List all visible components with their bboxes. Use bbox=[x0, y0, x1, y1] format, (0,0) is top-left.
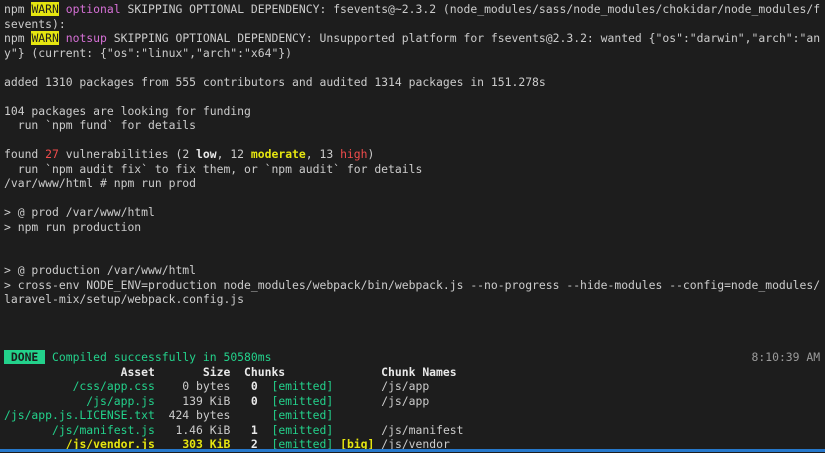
text-segment: run `npm audit fix` to fix them, or `npm… bbox=[4, 161, 423, 176]
text-segment: SKIPPING OPTIONAL DEPENDENCY: fsevents@~… bbox=[120, 2, 821, 16]
text-segment: vulnerabilities (2 bbox=[58, 147, 197, 161]
text-segment bbox=[258, 394, 272, 408]
asset-row-license: /js/app.js.LICENSE.txt 424 bytes [emitte… bbox=[4, 408, 825, 423]
text-segment: added 1310 packages from 555 contributor… bbox=[4, 74, 546, 89]
text-segment: /var/www/html # npm run prod bbox=[4, 176, 197, 190]
text-segment bbox=[258, 408, 272, 422]
text-segment: , 13 bbox=[305, 147, 341, 161]
done-badge: DONE bbox=[4, 350, 46, 364]
text-segment: npm bbox=[4, 31, 32, 45]
chunk-id: 0 bbox=[230, 379, 258, 393]
shell-prompt-line: /var/www/html # npm run prod bbox=[4, 176, 825, 191]
text-segment: > cross-env NODE_ENV=production node_mod… bbox=[4, 277, 821, 292]
emitted-flag: [emitted] bbox=[271, 393, 334, 408]
script-production-line: > @ production /var/www/html bbox=[4, 263, 825, 278]
chunk-id: 0 bbox=[230, 393, 258, 408]
npm-warn-notsup-line: npm WARN notsup SKIPPING OPTIONAL DEPEND… bbox=[4, 31, 825, 46]
text-segment bbox=[4, 379, 73, 393]
warn-badge: WARN bbox=[31, 31, 59, 45]
timestamp: 8:10:39 AM bbox=[751, 350, 821, 364]
moderate-label: moderate bbox=[250, 147, 306, 161]
done-line: DONE Compiled successfully in 50580ms 8:… bbox=[4, 350, 825, 365]
webpack-command-wrap: laravel-mix/setup/webpack.config.js bbox=[4, 292, 825, 307]
warn-type: optional bbox=[65, 2, 121, 16]
low-label: low bbox=[196, 147, 217, 161]
text-segment: found bbox=[4, 147, 46, 161]
asset-size: 1.46 KiB bbox=[154, 422, 231, 437]
asset-size: 139 KiB bbox=[154, 393, 231, 408]
emitted-flag: [emitted] bbox=[271, 422, 334, 437]
text-segment bbox=[59, 2, 66, 16]
terminal-window: npm WARN optional SKIPPING OPTIONAL DEPE… bbox=[0, 0, 825, 453]
chunk-name: /js/manifest bbox=[333, 422, 464, 437]
text-segment bbox=[230, 408, 257, 422]
vulnerabilities-line: found 27 vulnerabilities (2 low, 12 mode… bbox=[4, 147, 825, 162]
asset-table-header: Asset Size Chunks Chunk Names bbox=[4, 365, 825, 380]
text-segment: , 12 bbox=[216, 147, 251, 161]
chunk-name: /js/app bbox=[333, 379, 430, 393]
text-segment: ) bbox=[367, 147, 375, 161]
asset-name: /js/manifest.js bbox=[52, 422, 155, 437]
asset-name: /js/app.js.LICENSE.txt bbox=[4, 408, 155, 422]
text-segment: npm bbox=[4, 2, 32, 16]
emitted-flag: [emitted] bbox=[271, 408, 334, 422]
text-segment: > @ production /var/www/html bbox=[4, 263, 197, 277]
asset-name: /css/app.css bbox=[72, 379, 155, 393]
npm-warn-notsup-wrap: y"} (current: {"os":"linux","arch":"x64"… bbox=[4, 46, 825, 61]
warn-type: notsup bbox=[65, 31, 107, 45]
text-segment bbox=[59, 31, 66, 45]
emitted-flag: [emitted] bbox=[271, 379, 334, 393]
text-segment: y"} (current: {"os":"linux","arch":"x64"… bbox=[4, 45, 293, 60]
asset-size: 0 bytes bbox=[154, 379, 231, 393]
text-segment bbox=[258, 379, 272, 393]
text-segment: SKIPPING OPTIONAL DEPENDENCY: Unsupporte… bbox=[106, 31, 821, 45]
audit-hint-line: run `npm audit fix` to fix them, or `npm… bbox=[4, 162, 825, 177]
asset-row-css-app: /css/app.css 0 bytes 0 [emitted] /js/app bbox=[4, 379, 825, 394]
text-segment bbox=[258, 423, 272, 437]
text-segment bbox=[271, 350, 751, 364]
high-label: high bbox=[340, 147, 368, 161]
chunk-name: /js/app bbox=[333, 393, 430, 408]
compile-message: Compiled successfully in 50580ms bbox=[52, 350, 272, 364]
asset-name: /js/app.js bbox=[86, 393, 155, 408]
terminal-output[interactable]: npm WARN optional SKIPPING OPTIONAL DEPE… bbox=[0, 0, 825, 450]
text-segment bbox=[4, 394, 86, 408]
script-run-production-line: > npm run production bbox=[4, 220, 825, 235]
vuln-count: 27 bbox=[45, 147, 59, 161]
funding-hint-line: run `npm fund` for details bbox=[4, 118, 825, 133]
text-segment: > @ prod /var/www/html bbox=[4, 205, 155, 219]
text-segment: run `npm fund` for details bbox=[4, 118, 197, 132]
npm-warn-optional-wrap: sevents): bbox=[4, 17, 825, 32]
chunk-id: 1 bbox=[230, 422, 258, 437]
text-segment bbox=[45, 350, 52, 364]
npm-warn-optional-line: npm WARN optional SKIPPING OPTIONAL DEPE… bbox=[4, 2, 825, 17]
text-segment bbox=[4, 423, 52, 437]
text-segment: > npm run production bbox=[4, 219, 142, 234]
added-packages-line: added 1310 packages from 555 contributor… bbox=[4, 75, 825, 90]
webpack-command-line: > cross-env NODE_ENV=production node_mod… bbox=[4, 278, 825, 293]
table-header: Asset Size Chunks Chunk Names bbox=[4, 364, 457, 379]
window-border-highlight bbox=[0, 449, 825, 452]
text-segment: sevents): bbox=[4, 16, 66, 31]
text-segment: 104 packages are looking for funding bbox=[4, 103, 251, 118]
warn-badge: WARN bbox=[31, 2, 59, 16]
asset-row-manifest: /js/manifest.js 1.46 KiB 1 [emitted] /js… bbox=[4, 423, 825, 438]
asset-size: 424 bytes bbox=[154, 408, 231, 422]
text-segment: laravel-mix/setup/webpack.config.js bbox=[4, 292, 245, 306]
script-prod-line: > @ prod /var/www/html bbox=[4, 205, 825, 220]
asset-row-js-app: /js/app.js 139 KiB 0 [emitted] /js/app bbox=[4, 394, 825, 409]
funding-line: 104 packages are looking for funding bbox=[4, 104, 825, 119]
